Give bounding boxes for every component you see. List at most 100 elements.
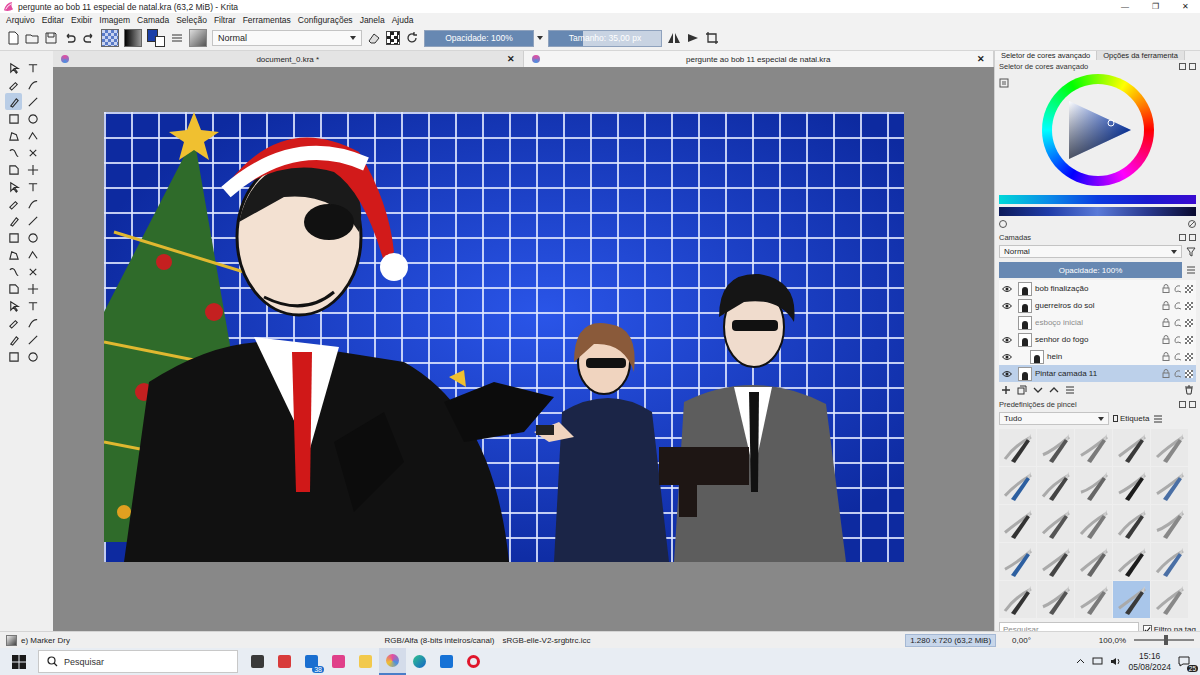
brush-preset[interactable] bbox=[1151, 429, 1188, 466]
layer-row[interactable]: hein bbox=[999, 348, 1196, 365]
layer-row[interactable]: Pintar camada 11 bbox=[999, 365, 1196, 382]
brush-preset[interactable] bbox=[1151, 505, 1188, 542]
layers-menu-icon[interactable] bbox=[1186, 265, 1196, 275]
tool-button[interactable] bbox=[24, 110, 41, 127]
hue-ring[interactable] bbox=[1042, 74, 1154, 186]
layer-properties-icon[interactable] bbox=[1065, 385, 1075, 395]
new-document-icon[interactable] bbox=[6, 31, 20, 45]
taskbar-app[interactable] bbox=[460, 648, 487, 675]
move-up-icon[interactable] bbox=[1049, 385, 1059, 395]
inherit-alpha-icon[interactable] bbox=[1185, 336, 1193, 344]
brush-preset[interactable] bbox=[1037, 543, 1074, 580]
network-icon[interactable] bbox=[1092, 657, 1103, 666]
tool-button[interactable] bbox=[5, 76, 22, 93]
layer-opacity-slider[interactable]: Opacidade: 100% bbox=[999, 262, 1182, 278]
background-color-swatch[interactable] bbox=[155, 36, 165, 47]
taskbar-app[interactable] bbox=[406, 648, 433, 675]
opacity-slider[interactable]: Opacidade: 100% bbox=[424, 30, 534, 47]
artwork-canvas[interactable] bbox=[104, 112, 904, 562]
tool-button[interactable] bbox=[24, 229, 41, 246]
brush-preset[interactable] bbox=[1037, 581, 1074, 618]
tool-button[interactable] bbox=[5, 246, 22, 263]
visible-eye-icon[interactable] bbox=[1002, 353, 1012, 361]
menu-item[interactable]: Exibir bbox=[71, 15, 92, 25]
tool-button[interactable] bbox=[24, 314, 41, 331]
lock-icon[interactable] bbox=[1162, 301, 1170, 310]
preserve-alpha-icon[interactable] bbox=[386, 31, 400, 45]
brush-preset[interactable] bbox=[1151, 581, 1188, 618]
show-hidden-icons-icon[interactable] bbox=[1076, 657, 1085, 666]
window-control-button[interactable]: ✕ bbox=[1170, 0, 1200, 13]
tool-button[interactable] bbox=[5, 348, 22, 365]
lock-icon[interactable] bbox=[1162, 318, 1170, 327]
taskbar-app[interactable] bbox=[271, 648, 298, 675]
visible-eye-icon[interactable] bbox=[1002, 336, 1012, 344]
brush-preset[interactable] bbox=[1075, 581, 1112, 618]
view-mode-icon[interactable] bbox=[1153, 414, 1163, 424]
tool-button[interactable] bbox=[24, 280, 41, 297]
filter-icon[interactable] bbox=[1186, 247, 1196, 257]
tool-button[interactable] bbox=[24, 161, 41, 178]
brush-preset[interactable] bbox=[1113, 543, 1150, 580]
taskbar-app[interactable] bbox=[433, 648, 460, 675]
layer-row[interactable]: guerreiros do sol bbox=[999, 297, 1196, 314]
taskbar-app[interactable] bbox=[244, 648, 271, 675]
window-control-button[interactable]: — bbox=[1110, 0, 1140, 13]
brush-preset[interactable] bbox=[999, 581, 1036, 618]
tool-button[interactable] bbox=[5, 331, 22, 348]
menu-item[interactable]: Camada bbox=[137, 15, 169, 25]
brush-preset[interactable] bbox=[999, 429, 1036, 466]
close-docker-icon[interactable] bbox=[1189, 401, 1196, 408]
menu-item[interactable]: Editar bbox=[42, 15, 64, 25]
hue-strip[interactable] bbox=[999, 195, 1196, 204]
brush-preset[interactable] bbox=[1113, 429, 1150, 466]
taskbar-app[interactable] bbox=[379, 648, 406, 675]
brush-preset[interactable] bbox=[1151, 467, 1188, 504]
taskbar-search[interactable]: Pesquisar bbox=[38, 650, 238, 673]
tool-button[interactable] bbox=[5, 93, 22, 110]
save-icon[interactable] bbox=[44, 31, 58, 45]
size-slider[interactable]: Tamanho: 35,00 px bbox=[548, 30, 662, 47]
shade-strip[interactable] bbox=[999, 207, 1196, 216]
document-tab[interactable]: pergunte ao bob 11 especial de natal.kra… bbox=[524, 51, 995, 67]
lock-icon[interactable] bbox=[1162, 369, 1170, 378]
inherit-alpha-icon[interactable] bbox=[1185, 353, 1193, 361]
taskbar-app[interactable] bbox=[352, 648, 379, 675]
tool-button[interactable] bbox=[24, 178, 41, 195]
float-docker-icon[interactable] bbox=[1179, 401, 1186, 408]
tool-button[interactable] bbox=[24, 76, 41, 93]
tool-button[interactable] bbox=[24, 246, 41, 263]
add-layer-icon[interactable] bbox=[1001, 385, 1011, 395]
clear-color-icon[interactable] bbox=[1188, 220, 1196, 228]
menu-item[interactable]: Janela bbox=[360, 15, 385, 25]
tool-button[interactable] bbox=[5, 178, 22, 195]
alpha-lock-icon[interactable] bbox=[1173, 353, 1182, 361]
close-tab-button[interactable]: ✕ bbox=[977, 54, 985, 64]
tool-button[interactable] bbox=[5, 314, 22, 331]
window-control-button[interactable]: ❐ bbox=[1140, 0, 1170, 13]
visible-eye-icon[interactable] bbox=[1002, 285, 1012, 293]
delete-layer-icon[interactable] bbox=[1184, 385, 1194, 395]
color-settings-icon[interactable] bbox=[999, 78, 1009, 88]
brush-preset[interactable] bbox=[1113, 581, 1150, 618]
brush-preset[interactable] bbox=[1075, 543, 1112, 580]
inherit-alpha-icon[interactable] bbox=[1185, 319, 1193, 327]
tool-button[interactable] bbox=[5, 280, 22, 297]
lock-icon[interactable] bbox=[1162, 352, 1170, 361]
open-folder-icon[interactable] bbox=[25, 31, 39, 45]
blend-mode-dropdown[interactable]: Normal bbox=[212, 30, 362, 46]
tool-button[interactable] bbox=[24, 195, 41, 212]
layer-row[interactable]: esboço inicial bbox=[999, 314, 1196, 331]
brush-preset[interactable] bbox=[999, 467, 1036, 504]
menu-item[interactable]: Arquivo bbox=[6, 15, 35, 25]
lock-icon[interactable] bbox=[1162, 284, 1170, 293]
tag-dropdown[interactable]: Tudo bbox=[999, 412, 1109, 425]
menu-item[interactable]: Ferramentas bbox=[243, 15, 291, 25]
zoom-slider-handle[interactable] bbox=[1164, 635, 1168, 645]
pattern-icon[interactable] bbox=[101, 29, 119, 47]
brush-preset[interactable] bbox=[1151, 543, 1188, 580]
gradient-icon[interactable] bbox=[124, 29, 142, 47]
mirror-horizontal-icon[interactable] bbox=[667, 31, 681, 45]
lock-icon[interactable] bbox=[1162, 335, 1170, 344]
tool-button[interactable] bbox=[5, 297, 22, 314]
